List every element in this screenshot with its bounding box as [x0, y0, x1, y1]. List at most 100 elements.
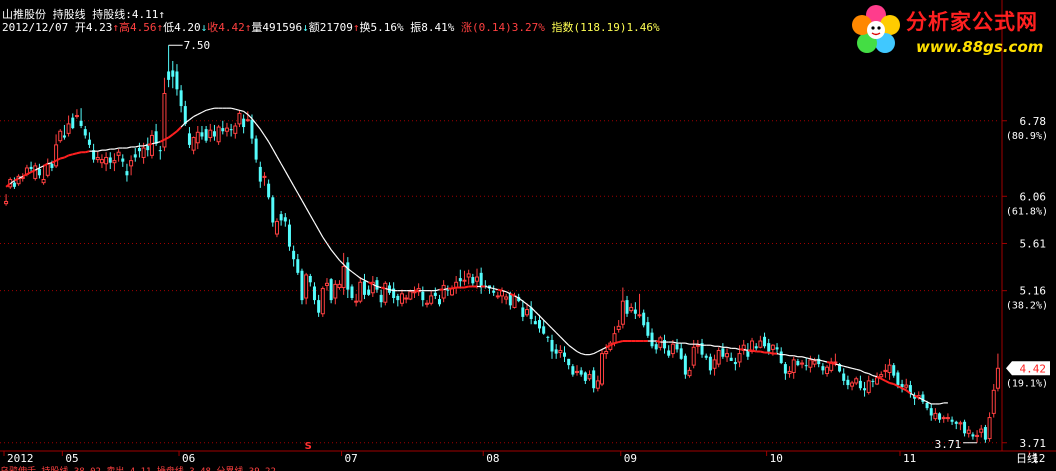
candle-body[interactable] — [141, 147, 146, 158]
candle-body[interactable] — [571, 366, 575, 375]
candle-body[interactable] — [958, 422, 963, 425]
candle-body[interactable] — [308, 275, 312, 283]
candle-body[interactable] — [995, 367, 1000, 389]
candle-body[interactable] — [938, 413, 942, 420]
candle-body[interactable] — [612, 333, 617, 344]
candle-body[interactable] — [983, 427, 987, 440]
candle-body[interactable] — [224, 127, 229, 132]
candle-body[interactable] — [558, 349, 563, 354]
candle-body[interactable] — [595, 380, 600, 389]
candle-body[interactable] — [108, 157, 112, 163]
candle-body[interactable] — [538, 320, 542, 329]
candle-body[interactable] — [271, 197, 275, 223]
candle-body[interactable] — [399, 293, 404, 304]
candle-body[interactable] — [695, 344, 700, 347]
candle-body[interactable] — [629, 306, 634, 312]
candle-body[interactable] — [350, 286, 354, 299]
candle-body[interactable] — [324, 282, 329, 286]
candle-body[interactable] — [620, 300, 625, 325]
candle-body[interactable] — [375, 280, 379, 290]
candle-body[interactable] — [842, 373, 846, 381]
candle-body[interactable] — [204, 129, 208, 141]
candle-body[interactable] — [846, 379, 850, 386]
candle-body[interactable] — [521, 307, 525, 317]
candle-body[interactable] — [495, 295, 500, 298]
candle-body[interactable] — [758, 340, 763, 348]
candle-body[interactable] — [466, 273, 471, 278]
candle-body[interactable] — [950, 419, 954, 422]
candle-body[interactable] — [354, 300, 359, 303]
candle-body[interactable] — [625, 300, 629, 314]
candle-body[interactable] — [812, 360, 817, 365]
candle-body[interactable] — [112, 160, 117, 164]
candle-body[interactable] — [320, 288, 325, 315]
candle-body[interactable] — [296, 259, 300, 273]
candle-body[interactable] — [763, 336, 767, 347]
candle-body[interactable] — [171, 70, 175, 77]
candle-body[interactable] — [54, 144, 59, 167]
candle-body[interactable] — [317, 300, 321, 313]
candle-body[interactable] — [821, 366, 825, 371]
candle-body[interactable] — [687, 369, 692, 377]
candle-body[interactable] — [866, 380, 871, 393]
candle-body[interactable] — [604, 351, 609, 355]
candle-body[interactable] — [179, 90, 183, 107]
candle-body[interactable] — [125, 171, 129, 176]
candle-body[interactable] — [804, 365, 808, 367]
candle-body[interactable] — [979, 428, 984, 433]
candle-body[interactable] — [45, 163, 50, 176]
candle-body[interactable] — [221, 128, 225, 132]
candle-body[interactable] — [408, 291, 413, 300]
candle-body[interactable] — [116, 151, 121, 156]
candle-body[interactable] — [37, 169, 41, 176]
candle-body[interactable] — [850, 382, 855, 387]
candle-body[interactable] — [563, 352, 567, 357]
candle-body[interactable] — [508, 293, 512, 306]
candle-body[interactable] — [583, 372, 587, 381]
candle-body[interactable] — [304, 274, 309, 299]
candle-body[interactable] — [579, 370, 583, 375]
candle-body[interactable] — [242, 118, 246, 128]
candle-body[interactable] — [254, 138, 258, 160]
candlestick-chart[interactable]: 6.78 (80.9%) 6.06 (61.8%) 5.61 5.16 (38.2%) 3.7… — [0, 0, 1056, 471]
candle-body[interactable] — [79, 120, 83, 127]
candle-body[interactable] — [267, 183, 271, 198]
candle-body[interactable] — [775, 347, 779, 350]
candle-body[interactable] — [62, 135, 66, 138]
candle-body[interactable] — [667, 350, 671, 356]
candle-body[interactable] — [216, 126, 221, 143]
candle-body[interactable] — [29, 166, 33, 170]
candle-body[interactable] — [191, 137, 196, 151]
candle-body[interactable] — [550, 339, 554, 352]
candle-body[interactable] — [892, 365, 896, 376]
candle-body[interactable] — [987, 417, 992, 440]
candle-body[interactable] — [492, 290, 496, 293]
candle-body[interactable] — [358, 281, 363, 302]
candle-body[interactable] — [396, 295, 400, 301]
candle-body[interactable] — [200, 132, 204, 137]
candle-body[interactable] — [149, 134, 154, 156]
candle-body[interactable] — [863, 388, 867, 391]
candle-body[interactable] — [654, 344, 658, 350]
candle-body[interactable] — [716, 349, 721, 365]
candle-body[interactable] — [412, 291, 417, 294]
candle-body[interactable] — [292, 250, 296, 260]
candle-body[interactable] — [258, 166, 262, 182]
candle-body[interactable] — [729, 357, 733, 361]
candle-body[interactable] — [663, 339, 667, 349]
candle-body[interactable] — [575, 370, 580, 373]
candle-body[interactable] — [41, 178, 46, 184]
candle-body[interactable] — [650, 332, 654, 347]
candle-body[interactable] — [212, 131, 216, 137]
candle-body[interactable] — [875, 377, 880, 385]
candle-body[interactable] — [262, 175, 267, 178]
candle-body[interactable] — [446, 289, 450, 291]
candle-body[interactable] — [587, 374, 592, 380]
candle-body[interactable] — [963, 421, 967, 434]
candle-body[interactable] — [50, 163, 54, 168]
candle-body[interactable] — [74, 115, 79, 118]
candle-body[interactable] — [704, 355, 708, 358]
candle-body[interactable] — [329, 279, 333, 301]
candle-body[interactable] — [554, 349, 558, 354]
candle-body[interactable] — [133, 154, 137, 158]
